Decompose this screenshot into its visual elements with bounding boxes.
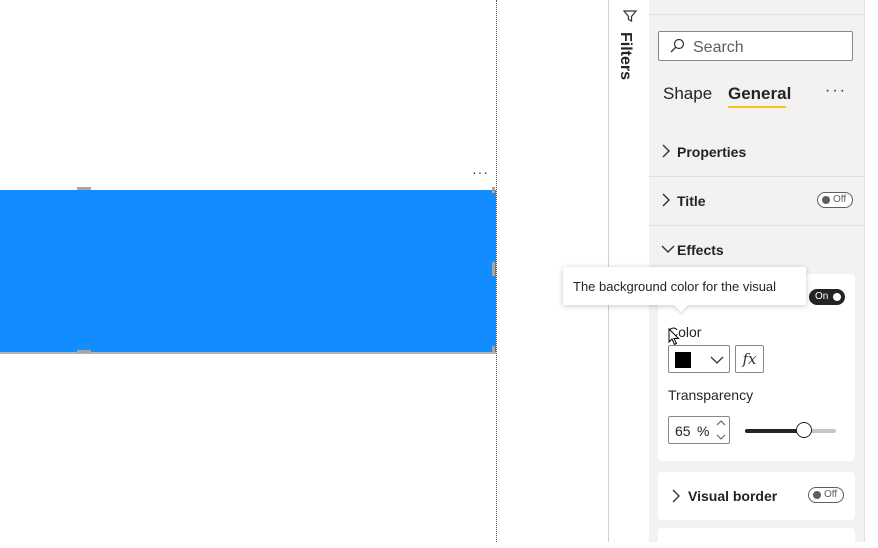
search-input[interactable]: Search <box>658 31 853 61</box>
resize-handle-top[interactable] <box>77 187 91 190</box>
chevron-right-icon <box>672 489 680 503</box>
chevron-down-icon <box>710 356 724 364</box>
toggle-knob <box>833 293 841 301</box>
section-properties[interactable]: Properties <box>649 128 864 176</box>
visual-border-toggle[interactable]: Off <box>808 487 844 503</box>
title-toggle-label: Off <box>833 194 847 205</box>
section-visual-border-label: Visual border <box>688 488 778 504</box>
transparency-value[interactable]: 65 <box>675 423 691 439</box>
transparency-slider[interactable] <box>745 422 836 438</box>
pane-top-divider <box>649 14 864 15</box>
color-swatch <box>675 352 691 368</box>
visual-more-options-button[interactable]: ··· <box>472 165 489 179</box>
transparency-unit: % <box>697 423 710 439</box>
tooltip-text: The background color for the visual <box>573 279 777 294</box>
funnel-icon[interactable] <box>622 8 638 24</box>
spin-down-icon[interactable] <box>716 433 726 441</box>
tooltip: The background color for the visual <box>563 267 806 313</box>
resize-handle-corner-bottom-right[interactable] <box>492 346 495 352</box>
active-tab-indicator <box>728 106 786 108</box>
resize-handle-right[interactable] <box>492 262 495 276</box>
adjacent-pane-edge <box>864 0 878 542</box>
section-title[interactable]: Title Off <box>649 177 864 225</box>
transparency-spinner[interactable]: 65 % <box>668 416 730 444</box>
background-toggle-label: On <box>815 291 829 302</box>
background-toggle[interactable]: On <box>809 289 845 305</box>
search-icon <box>670 38 685 53</box>
toggle-knob <box>813 491 821 499</box>
next-section-card[interactable] <box>658 528 855 548</box>
transparency-label: Transparency <box>668 387 754 403</box>
spin-up-icon[interactable] <box>716 419 726 427</box>
section-effects-label: Effects <box>677 242 724 258</box>
search-placeholder: Search <box>693 39 744 56</box>
selected-visual[interactable] <box>0 190 496 354</box>
report-canvas[interactable]: ··· <box>0 0 608 542</box>
resize-handle-corner-top-right[interactable] <box>492 187 495 193</box>
section-title-label: Title <box>677 193 706 209</box>
resize-handle-bottom[interactable] <box>77 350 91 353</box>
mouse-pointer-icon <box>668 328 680 346</box>
tab-general[interactable]: General <box>728 84 791 104</box>
section-visual-border[interactable]: Visual border Off <box>658 472 855 520</box>
visual-border-toggle-label: Off <box>824 489 838 500</box>
title-toggle[interactable]: Off <box>817 192 853 208</box>
chevron-down-icon <box>661 245 675 253</box>
chevron-right-icon <box>662 193 670 207</box>
filters-pane-label[interactable]: Filters <box>616 32 634 80</box>
chevron-right-icon <box>662 144 670 158</box>
color-picker-dropdown[interactable] <box>668 345 730 373</box>
tab-shape[interactable]: Shape <box>663 84 712 104</box>
toggle-knob <box>822 196 830 204</box>
section-properties-label: Properties <box>677 144 747 160</box>
page-boundary-line <box>496 0 497 542</box>
pane-more-options-button[interactable]: ··· <box>825 82 847 100</box>
conditional-formatting-fx-button[interactable]: fx <box>735 345 764 373</box>
